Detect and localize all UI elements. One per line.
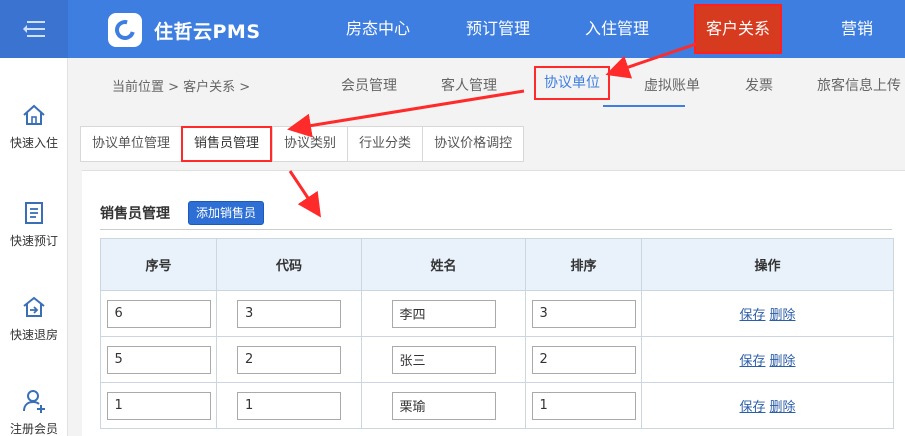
delete-link[interactable]: 删除 [770, 400, 796, 415]
sidebar-item-label: 快速预订 [9, 234, 58, 248]
subtab-guest-management[interactable]: 客人管理 [441, 75, 497, 95]
nav-checkin[interactable]: 入住管理 [585, 0, 649, 58]
name-input[interactable] [391, 299, 496, 328]
cell-name [361, 382, 526, 429]
sidebar-item-label: 注册会员 [9, 422, 58, 436]
cell-name [361, 336, 526, 383]
tab-salesperson-management[interactable]: 销售员管理 [181, 126, 273, 162]
sub-navigation: 当前位置 > 客户关系 > 会员管理 客人管理 协议单位 虚拟账单 发票 旅客信… [69, 58, 905, 108]
delete-link[interactable]: 删除 [770, 354, 796, 369]
home-icon [23, 104, 45, 125]
table-row: 保存删除 [100, 290, 894, 337]
panel-title: 销售员管理 [100, 206, 170, 222]
checkout-house-icon [23, 296, 45, 317]
cell-actions: 保存 删除 [641, 382, 894, 429]
table-row: 保存删除 [100, 336, 894, 383]
app-title: 住哲云PMS [154, 20, 261, 43]
column-header-code: 代码 [216, 238, 362, 291]
menu-toggle-button[interactable] [0, 0, 68, 58]
code-input[interactable] [237, 299, 341, 328]
tab-agreement-category[interactable]: 协议类别 [272, 126, 348, 162]
cell-name [361, 290, 526, 337]
column-header-name: 姓名 [361, 238, 526, 291]
cell-order [525, 336, 642, 383]
code-input[interactable] [237, 345, 341, 374]
column-header-order: 排序 [525, 238, 642, 291]
nav-room-status[interactable]: 房态中心 [346, 0, 410, 58]
subtab-member-management[interactable]: 会员管理 [341, 75, 397, 95]
content-tab-strip: 协议单位管理 销售员管理 协议类别 行业分类 协议价格调控 [80, 126, 525, 162]
sidebar-item-quick-booking[interactable]: 快速预订 [0, 200, 68, 249]
cell-actions: 保存 删除 [641, 336, 894, 383]
app-logo[interactable]: 住哲云PMS [108, 13, 261, 47]
active-subtab-underline [603, 105, 685, 107]
save-link[interactable]: 保存 [739, 308, 765, 323]
column-header-seq: 序号 [100, 238, 217, 291]
subtab-agreement-units[interactable]: 协议单位 [534, 66, 610, 100]
nav-booking[interactable]: 预订管理 [466, 0, 530, 58]
nav-customer-relations[interactable]: 客户关系 [694, 4, 783, 54]
salesperson-panel: 销售员管理 添加销售员 序号 代码 姓名 排序 操作 保存删除 [82, 170, 905, 436]
delete-link[interactable]: 删除 [770, 308, 796, 323]
sidebar-item-label: 快速入住 [9, 136, 58, 150]
cell-order [525, 290, 642, 337]
subtab-invoice[interactable]: 发票 [745, 75, 773, 95]
column-header-actions: 操作 [641, 238, 894, 291]
quick-action-sidebar: 快速入住 快速预订 快速退房 注册会员 [0, 58, 68, 436]
order-input[interactable] [531, 391, 636, 420]
breadcrumb: 当前位置 > 客户关系 > [112, 80, 251, 95]
salesperson-table: 序号 代码 姓名 排序 操作 保存删除 保存删除 [100, 238, 894, 429]
cell-code [216, 290, 362, 337]
save-link[interactable]: 保存 [739, 400, 765, 415]
cell-actions: 保存 删除 [641, 290, 894, 337]
cell-seq [100, 336, 217, 383]
table-header-row: 序号 代码 姓名 排序 操作 [100, 238, 894, 291]
seq-input[interactable] [106, 345, 211, 374]
sidebar-item-label: 快速退房 [9, 328, 58, 342]
sidebar-item-register-member[interactable]: 注册会员 [0, 388, 68, 436]
nav-marketing[interactable]: 营销 [841, 0, 873, 58]
cell-seq [100, 382, 217, 429]
top-bar: 住哲云PMS 房态中心 预订管理 入住管理 客户关系 营销 [0, 0, 905, 58]
seq-input[interactable] [106, 391, 211, 420]
tab-industry-classification[interactable]: 行业分类 [347, 126, 423, 162]
order-input[interactable] [531, 345, 636, 374]
save-link[interactable]: 保存 [739, 354, 765, 369]
menu-collapse-icon [23, 21, 45, 37]
name-input[interactable] [391, 345, 496, 374]
add-salesperson-button[interactable]: 添加销售员 [188, 201, 265, 225]
order-input[interactable] [531, 299, 636, 328]
cell-seq [100, 290, 217, 337]
add-user-icon [23, 390, 45, 413]
cell-code [216, 336, 362, 383]
sidebar-item-quick-checkin[interactable]: 快速入住 [0, 102, 68, 151]
document-icon [25, 202, 43, 224]
seq-input[interactable] [106, 299, 211, 328]
table-row: 保存删除 [100, 382, 894, 429]
title-divider [100, 229, 892, 230]
logo-icon [108, 13, 142, 47]
sidebar-item-quick-checkout[interactable]: 快速退房 [0, 294, 68, 343]
subtab-virtual-bills[interactable]: 虚拟账单 [644, 75, 700, 95]
cell-order [525, 382, 642, 429]
tab-agreement-price-control[interactable]: 协议价格调控 [422, 126, 525, 162]
tab-agreement-unit-management[interactable]: 协议单位管理 [80, 126, 182, 162]
cell-code [216, 382, 362, 429]
code-input[interactable] [237, 391, 341, 420]
subtab-guest-info-upload[interactable]: 旅客信息上传 [817, 75, 901, 95]
name-input[interactable] [391, 391, 496, 420]
